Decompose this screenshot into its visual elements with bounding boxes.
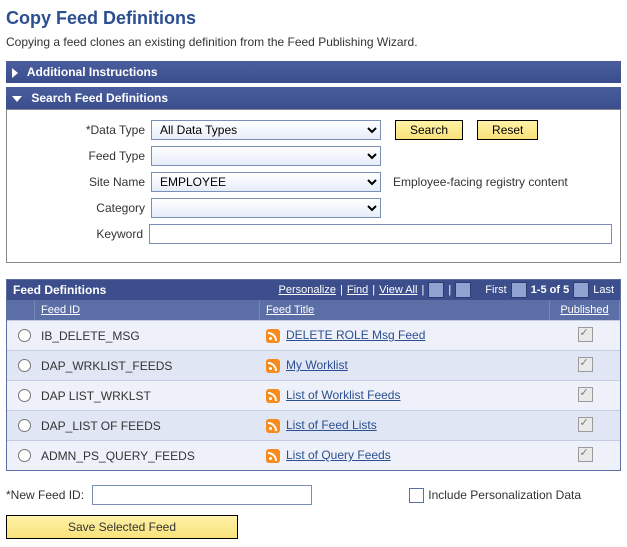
feed-type-select[interactable] xyxy=(151,146,381,166)
page-title: Copy Feed Definitions xyxy=(6,8,621,29)
find-link[interactable]: Find xyxy=(347,284,368,296)
grid-title: Feed Definitions xyxy=(13,283,106,297)
keyword-label: Keyword xyxy=(15,227,149,241)
published-check-icon xyxy=(578,387,593,402)
table-row: DAP_WRKLIST_FEEDS My Worklist xyxy=(7,350,620,380)
feed-definitions-grid: Feed Definitions Personalize | Find | Vi… xyxy=(6,279,621,471)
instructions-section-title: Additional Instructions xyxy=(27,65,158,79)
row-range: 1-5 of 5 xyxy=(531,284,570,296)
keyword-input[interactable] xyxy=(149,224,612,244)
feed-title-link[interactable]: DELETE ROLE Msg Feed xyxy=(286,328,425,342)
col-feed-id[interactable]: Feed ID xyxy=(35,300,260,320)
row-select-radio[interactable] xyxy=(18,449,31,462)
category-select[interactable] xyxy=(151,198,381,218)
download-icon[interactable] xyxy=(455,282,471,298)
table-row: ADMN_PS_QUERY_FEEDS List of Query Feeds xyxy=(7,440,620,470)
collapse-icon xyxy=(12,96,22,102)
published-check-icon xyxy=(578,447,593,462)
feed-id-cell: ADMN_PS_QUERY_FEEDS xyxy=(35,444,260,468)
published-check-icon xyxy=(578,357,593,372)
col-published[interactable]: Published xyxy=(550,300,620,320)
col-select xyxy=(7,300,35,320)
site-name-label: Site Name xyxy=(15,175,151,189)
data-type-label: Data Type xyxy=(15,123,151,137)
new-feed-id-label: New Feed ID: xyxy=(6,488,84,502)
personalize-link[interactable]: Personalize xyxy=(279,284,336,296)
search-panel: Data Type All Data Types Search Reset Fe… xyxy=(6,109,621,263)
feed-id-cell: DAP_WRKLIST_FEEDS xyxy=(35,354,260,378)
category-label: Category xyxy=(15,201,151,215)
row-select-radio[interactable] xyxy=(18,389,31,402)
feed-title-link[interactable]: List of Feed Lists xyxy=(286,418,377,432)
table-row: DAP_LIST OF FEEDS List of Feed Lists xyxy=(7,410,620,440)
rss-icon xyxy=(266,359,280,373)
published-check-icon xyxy=(578,417,593,432)
site-name-select[interactable]: EMPLOYEE xyxy=(151,172,381,192)
next-page-button[interactable] xyxy=(573,282,589,298)
feed-title-link[interactable]: List of Worklist Feeds xyxy=(286,388,400,402)
search-section-title: Search Feed Definitions xyxy=(31,91,168,105)
table-row: DAP LIST_WRKLST List of Worklist Feeds xyxy=(7,380,620,410)
zoom-icon[interactable] xyxy=(428,282,444,298)
instructions-section-header[interactable]: Additional Instructions xyxy=(6,61,621,83)
checkbox-icon xyxy=(409,488,424,503)
feed-id-cell: IB_DELETE_MSG xyxy=(35,324,260,348)
rss-icon xyxy=(266,419,280,433)
col-feed-title[interactable]: Feed Title xyxy=(260,300,550,320)
save-selected-feed-button[interactable]: Save Selected Feed xyxy=(6,515,238,539)
feed-title-link[interactable]: My Worklist xyxy=(286,358,348,372)
search-button[interactable]: Search xyxy=(395,120,463,140)
rss-icon xyxy=(266,389,280,403)
rss-icon xyxy=(266,329,280,343)
search-section-header[interactable]: Search Feed Definitions xyxy=(6,87,621,109)
include-personalization-checkbox[interactable]: Include Personalization Data xyxy=(409,488,581,503)
feed-id-cell: DAP_LIST OF FEEDS xyxy=(35,414,260,438)
row-select-radio[interactable] xyxy=(18,419,31,432)
include-personalization-label: Include Personalization Data xyxy=(428,488,581,502)
view-all-link[interactable]: View All xyxy=(379,284,417,296)
expand-icon xyxy=(12,68,18,78)
page-subtitle: Copying a feed clones an existing defini… xyxy=(6,35,621,49)
feed-title-link[interactable]: List of Query Feeds xyxy=(286,448,391,462)
published-check-icon xyxy=(578,327,593,342)
data-type-select[interactable]: All Data Types xyxy=(151,120,381,140)
table-row: IB_DELETE_MSG DELETE ROLE Msg Feed xyxy=(7,320,620,350)
prev-page-button[interactable] xyxy=(511,282,527,298)
row-select-radio[interactable] xyxy=(18,329,31,342)
reset-button[interactable]: Reset xyxy=(477,120,538,140)
feed-id-cell: DAP LIST_WRKLST xyxy=(35,384,260,408)
feed-type-label: Feed Type xyxy=(15,149,151,163)
rss-icon xyxy=(266,449,280,463)
first-label: First xyxy=(485,284,506,296)
row-select-radio[interactable] xyxy=(18,359,31,372)
site-name-hint: Employee-facing registry content xyxy=(393,175,568,189)
new-feed-id-input[interactable] xyxy=(92,485,312,505)
last-label: Last xyxy=(593,284,614,296)
